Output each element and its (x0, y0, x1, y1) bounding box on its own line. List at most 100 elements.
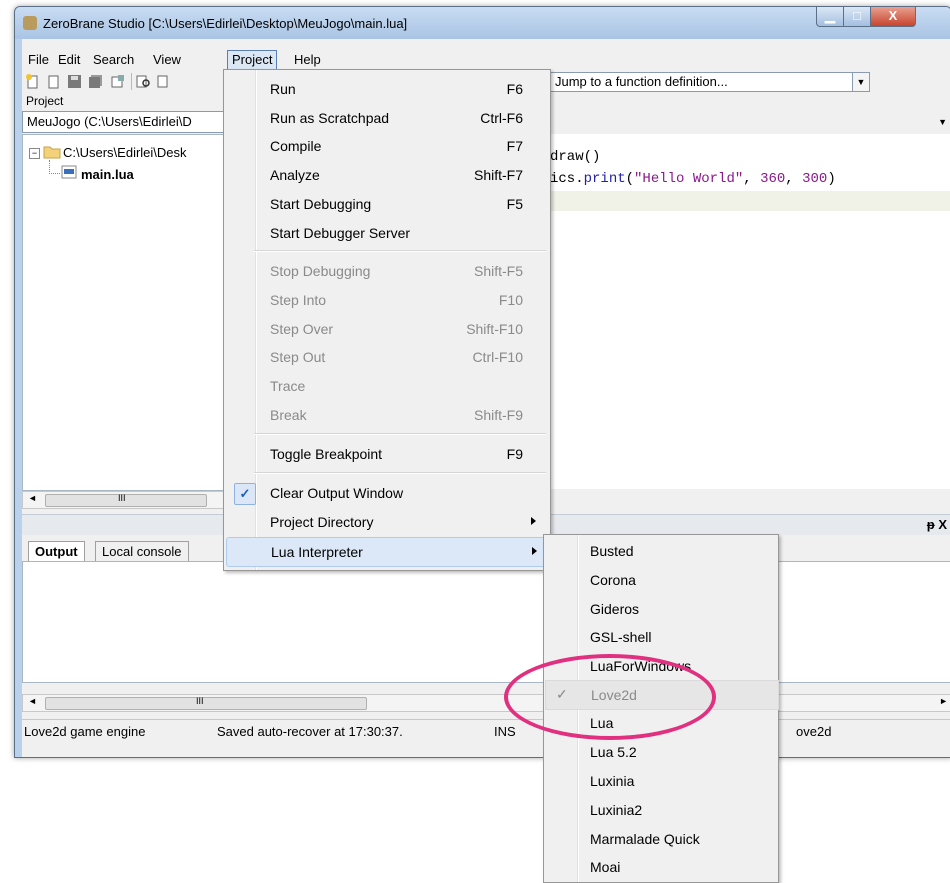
menu-item-shortcut: Shift-F9 (473, 407, 523, 423)
tree-root-label[interactable]: C:\Users\Edirlei\Desk (63, 145, 187, 160)
menu-file[interactable]: File (24, 51, 53, 69)
project-directory-icon[interactable] (110, 74, 125, 89)
code-line-2[interactable]: ics.print("Hello World", 360, 300) (550, 171, 836, 187)
menu-item-label: Analyze (270, 167, 320, 183)
title-bar[interactable]: ZeroBrane Studio [C:\Users\Edirlei\Deskt… (15, 7, 950, 39)
menu-item-stop-debugging: Stop Debugging Shift-F5 (226, 257, 548, 285)
tree-connector (49, 160, 60, 174)
menu-item-compile[interactable]: Compile F7 (226, 132, 548, 160)
function-jump-placeholder: Jump to a function definition... (555, 74, 728, 89)
menu-item-step-out: Step Out Ctrl-F10 (226, 343, 548, 371)
menu-item-label: Run (270, 81, 296, 97)
menu-item-analyze[interactable]: Analyze Shift-F7 (226, 161, 548, 189)
panel-pin-close-icons[interactable]: ᵽ X (927, 517, 947, 532)
menu-item-label: Luxinia (590, 773, 635, 789)
menu-item-label: Corona (590, 572, 636, 588)
project-panel-title: Project (26, 94, 64, 108)
scroll-right-icon[interactable]: ► (939, 696, 948, 706)
menu-item-label: Lua Interpreter (271, 544, 363, 560)
menu-item-shortcut: F5 (506, 196, 523, 212)
code-editor[interactable] (550, 134, 950, 489)
output-area[interactable] (22, 561, 950, 683)
menu-item-shortcut: F6 (506, 81, 523, 97)
scroll-left-icon[interactable]: ◄ (28, 493, 37, 503)
scroll-thumb[interactable]: III (45, 493, 207, 507)
menu-search[interactable]: Search (89, 51, 138, 69)
menu-bar: File Edit Search View Project Help (22, 49, 950, 70)
menu-item-clear-output-window[interactable]: ✓ Clear Output Window (226, 479, 548, 507)
menu-project[interactable]: Project (227, 50, 278, 70)
tab-output[interactable]: Output (28, 541, 85, 562)
interpreter-luxinia2[interactable]: Luxinia2 (545, 796, 777, 824)
menu-item-run[interactable]: Run F6 (226, 75, 548, 103)
menu-item-label: Clear Output Window (270, 485, 404, 501)
menu-item-toggle-breakpoint[interactable]: Toggle Breakpoint F9 (226, 440, 548, 468)
submenu-arrow-icon (531, 517, 536, 525)
collapse-icon[interactable]: − (29, 148, 40, 159)
tree-file-main-lua[interactable]: main.lua (81, 167, 134, 182)
menu-item-label: Lua 5.2 (590, 744, 637, 760)
interpreter-marmalade-quick[interactable]: Marmalade Quick (545, 825, 777, 853)
output-hscrollbar[interactable]: ◄ III ► (22, 694, 950, 712)
editor-tab-bar: ▼ (550, 111, 950, 133)
function-jump-combo[interactable]: Jump to a function definition... ▼ (550, 72, 870, 92)
project-combo-value: MeuJogo (C:\Users\Edirlei\D (27, 114, 192, 129)
menu-help[interactable]: Help (290, 51, 325, 69)
project-combo[interactable]: MeuJogo (C:\Users\Edirlei\D (22, 111, 244, 133)
check-icon: ✓ (234, 483, 256, 505)
menu-item-break: Break Shift-F9 (226, 401, 548, 429)
code-token-function: print (583, 171, 626, 187)
open-file-icon[interactable] (46, 74, 61, 89)
maximize-button[interactable]: □ (843, 7, 871, 27)
menu-item-step-into: Step Into F10 (226, 286, 548, 314)
interpreter-gideros[interactable]: Gideros (545, 595, 777, 623)
menu-item-project-directory[interactable]: Project Directory (226, 508, 548, 536)
menu-item-lua-interpreter[interactable]: Lua Interpreter (226, 537, 550, 567)
menu-item-shortcut: Ctrl-F6 (480, 110, 523, 126)
project-tree: − C:\Users\Edirlei\Desk main.lua (22, 134, 239, 491)
code-token-number: 360 (760, 171, 786, 187)
toolbar-separator (131, 73, 132, 90)
code-token: , (743, 171, 761, 187)
interpreter-lua-5-2[interactable]: Lua 5.2 (545, 738, 777, 766)
menu-item-run-as-scratchpad[interactable]: Run as Scratchpad Ctrl-F6 (226, 104, 548, 132)
project-hscrollbar[interactable]: ◄ III (22, 491, 239, 509)
menu-item-shortcut: F10 (498, 292, 523, 308)
scroll-thumb[interactable]: III (45, 696, 367, 710)
scroll-left-icon[interactable]: ◄ (28, 696, 37, 706)
interpreter-moai[interactable]: Moai (545, 853, 777, 881)
save-icon[interactable] (67, 74, 82, 89)
menu-item-shortcut: Ctrl-F10 (472, 349, 523, 365)
menu-item-label: Marmalade Quick (590, 831, 700, 847)
menu-edit[interactable]: Edit (54, 51, 84, 69)
code-line-1[interactable]: draw() (550, 149, 600, 165)
menu-item-start-debugging[interactable]: Start Debugging F5 (226, 190, 548, 218)
chevron-down-icon[interactable]: ▼ (852, 73, 869, 91)
menu-item-label: Luxinia2 (590, 802, 643, 818)
menu-item-label: Project Directory (270, 514, 374, 530)
menu-item-label: Stop Debugging (270, 263, 371, 279)
interpreter-gsl-shell[interactable]: GSL-shell (545, 623, 777, 651)
find-icon[interactable] (136, 74, 151, 89)
tab-local-console[interactable]: Local console (95, 541, 189, 562)
app-icon (23, 16, 37, 30)
interpreter-busted[interactable]: Busted (545, 537, 777, 565)
menu-separator (254, 250, 546, 252)
scroll-grip: III (118, 493, 126, 503)
menu-item-label: Step Over (270, 321, 334, 337)
lua-file-icon (61, 165, 77, 179)
menu-separator (254, 472, 546, 474)
menu-item-start-debugger-server[interactable]: Start Debugger Server (226, 219, 548, 247)
minimize-button[interactable]: ▁ (816, 7, 844, 27)
interpreter-corona[interactable]: Corona (545, 566, 777, 594)
close-button[interactable]: X (870, 7, 916, 27)
save-all-icon[interactable] (88, 74, 103, 89)
menu-view[interactable]: View (149, 51, 185, 69)
code-token-string: "Hello World" (634, 171, 744, 187)
menu-item-shortcut: Shift-F10 (466, 321, 523, 337)
tab-dropdown-icon[interactable]: ▼ (938, 117, 947, 127)
new-file-icon[interactable] (25, 74, 40, 89)
menu-item-label: Start Debugging (270, 196, 372, 212)
interpreter-luxinia[interactable]: Luxinia (545, 767, 777, 795)
replace-icon[interactable] (157, 74, 172, 89)
